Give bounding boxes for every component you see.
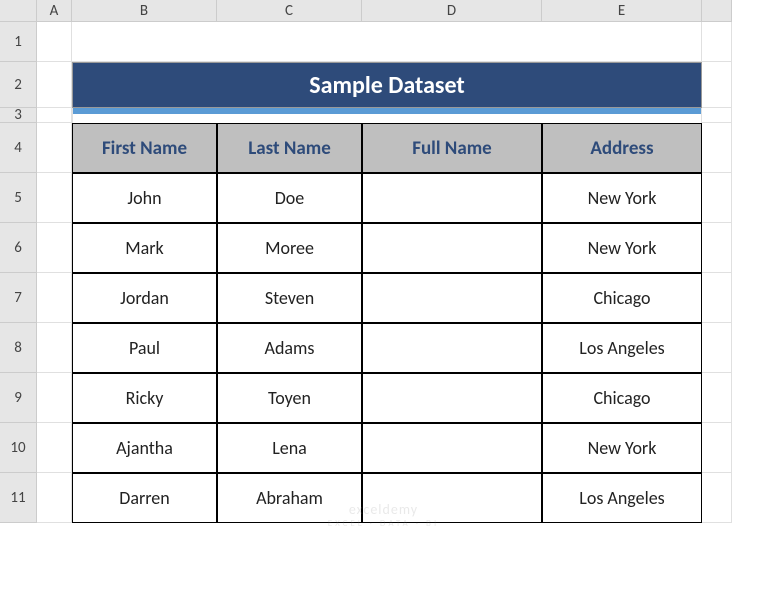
row-header-6[interactable]: 6 — [0, 223, 37, 273]
table-row[interactable]: Darren — [72, 473, 217, 523]
cell-f6[interactable] — [702, 223, 732, 273]
row-header-10[interactable]: 10 — [0, 423, 37, 473]
cell-a10[interactable] — [37, 423, 72, 473]
row-header-2[interactable]: 2 — [0, 62, 37, 108]
title-banner[interactable]: Sample Dataset — [72, 62, 702, 108]
table-row[interactable] — [362, 373, 542, 423]
row-header-4[interactable]: 4 — [0, 123, 37, 173]
cell-a7[interactable] — [37, 273, 72, 323]
cell-f4[interactable] — [702, 123, 732, 173]
table-row[interactable]: Ajantha — [72, 423, 217, 473]
cell-f9[interactable] — [702, 373, 732, 423]
cell-f11[interactable] — [702, 473, 732, 523]
table-row[interactable]: New York — [542, 423, 702, 473]
table-row[interactable]: Doe — [217, 173, 362, 223]
table-row[interactable] — [362, 323, 542, 373]
watermark-main: exceldemy — [328, 501, 439, 518]
row-header-7[interactable]: 7 — [0, 273, 37, 323]
table-row[interactable]: Chicago — [542, 273, 702, 323]
cell-a4[interactable] — [37, 123, 72, 173]
table-row[interactable] — [362, 423, 542, 473]
table-row[interactable]: Lena — [217, 423, 362, 473]
table-row[interactable] — [362, 173, 542, 223]
table-row[interactable]: Chicago — [542, 373, 702, 423]
col-header-e[interactable]: E — [542, 0, 702, 22]
title-underline — [72, 108, 702, 123]
watermark: exceldemy EXCEL · DATA · BI — [328, 501, 439, 529]
table-row[interactable]: New York — [542, 223, 702, 273]
table-row[interactable]: New York — [542, 173, 702, 223]
select-all-corner[interactable] — [0, 0, 37, 22]
header-last-name[interactable]: Last Name — [217, 123, 362, 173]
cell-a11[interactable] — [37, 473, 72, 523]
cell-f10[interactable] — [702, 423, 732, 473]
cell-f8[interactable] — [702, 323, 732, 373]
cell-a9[interactable] — [37, 373, 72, 423]
header-address[interactable]: Address — [542, 123, 702, 173]
row-header-3[interactable]: 3 — [0, 108, 37, 123]
row-header-9[interactable]: 9 — [0, 373, 37, 423]
row-header-11[interactable]: 11 — [0, 473, 37, 523]
table-row[interactable]: Jordan — [72, 273, 217, 323]
spreadsheet-grid: A B C D E 1 2 Sample Dataset 3 4 First N… — [0, 0, 767, 523]
row-header-1[interactable]: 1 — [0, 22, 37, 62]
table-row[interactable] — [362, 273, 542, 323]
cell-f5[interactable] — [702, 173, 732, 223]
table-row[interactable]: Adams — [217, 323, 362, 373]
row-header-5[interactable]: 5 — [0, 173, 37, 223]
cell-a2[interactable] — [37, 62, 72, 108]
table-row[interactable]: John — [72, 173, 217, 223]
table-row[interactable]: Los Angeles — [542, 473, 702, 523]
table-row[interactable]: Moree — [217, 223, 362, 273]
cell-a5[interactable] — [37, 173, 72, 223]
cell-a3[interactable] — [37, 108, 72, 123]
col-header-d[interactable]: D — [362, 0, 542, 22]
cell-f1[interactable] — [702, 22, 732, 62]
cell-b1-e1[interactable] — [72, 22, 702, 62]
cell-f7[interactable] — [702, 273, 732, 323]
table-row[interactable]: Paul — [72, 323, 217, 373]
col-header-b[interactable]: B — [72, 0, 217, 22]
cell-a1[interactable] — [37, 22, 72, 62]
cell-a8[interactable] — [37, 323, 72, 373]
table-row[interactable]: Mark — [72, 223, 217, 273]
table-row[interactable]: Los Angeles — [542, 323, 702, 373]
table-row[interactable]: Ricky — [72, 373, 217, 423]
table-row[interactable]: Steven — [217, 273, 362, 323]
col-header-blank — [702, 0, 732, 22]
table-row[interactable] — [362, 223, 542, 273]
watermark-sub: EXCEL · DATA · BI — [328, 518, 439, 529]
table-row[interactable]: Toyen — [217, 373, 362, 423]
cell-a6[interactable] — [37, 223, 72, 273]
cell-f2[interactable] — [702, 62, 732, 108]
header-first-name[interactable]: First Name — [72, 123, 217, 173]
col-header-c[interactable]: C — [217, 0, 362, 22]
row-header-8[interactable]: 8 — [0, 323, 37, 373]
header-full-name[interactable]: Full Name — [362, 123, 542, 173]
cell-f3[interactable] — [702, 108, 732, 123]
col-header-a[interactable]: A — [37, 0, 72, 22]
